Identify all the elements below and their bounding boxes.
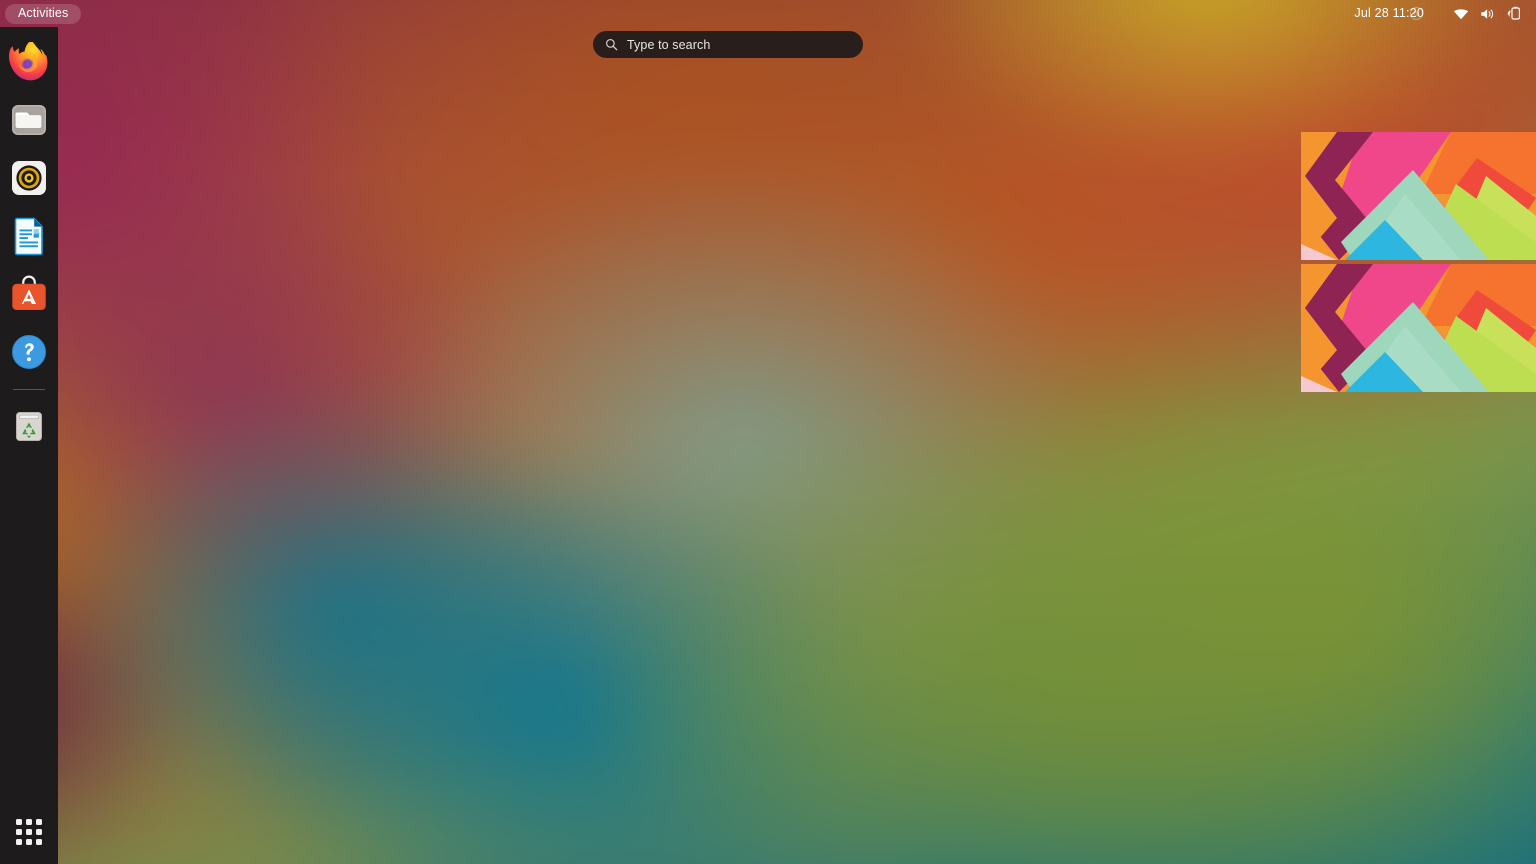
libreoffice-writer-icon [14,217,43,256]
activities-button[interactable]: Activities [5,3,82,24]
ubuntu-software-icon [12,275,46,310]
help-question-icon [12,335,46,369]
desktop-overview: Activities Jul 28 11:20 Type to search [0,0,1536,864]
battery-charging-icon[interactable] [1507,6,1522,21]
dock-item-libreoffice-writer[interactable] [5,212,53,260]
search-placeholder-text: Type to search [627,37,711,52]
workspace-wallpaper-preview [1301,264,1536,392]
dock-item-firefox[interactable] [5,38,53,86]
workspace-wallpaper-preview [1301,132,1536,260]
dock-item-files[interactable] [5,96,53,144]
dock-divider [13,389,45,390]
app-grid-icon [16,819,42,845]
wallpaper-tint-overlay [0,0,1536,864]
trash-recycle-icon [16,412,42,441]
workspace-thumbnail-1[interactable] [1301,132,1536,260]
clock-datetime[interactable]: Jul 28 11:20 [1354,6,1424,20]
workspace-thumbnail-strip [1301,132,1536,392]
dock-item-trash[interactable] [5,402,53,450]
show-applications-button[interactable] [0,806,58,858]
wifi-icon[interactable] [1453,7,1469,21]
system-status-area[interactable] [1409,0,1536,27]
dock-item-ubuntu-software[interactable] [5,270,53,318]
search-input[interactable]: Type to search [593,31,863,58]
workspace-thumbnail-2[interactable] [1301,264,1536,392]
search-icon [605,38,618,51]
dock-item-help[interactable] [5,328,53,376]
favorites-dock [0,27,58,864]
files-folder-icon [12,105,46,135]
firefox-icon [9,42,48,81]
volume-speaker-icon[interactable] [1480,7,1496,21]
dock-item-rhythmbox[interactable] [5,154,53,202]
top-bar: Activities Jul 28 11:20 [0,0,1536,27]
dock-app-list [0,27,58,455]
rhythmbox-music-icon [12,161,46,195]
